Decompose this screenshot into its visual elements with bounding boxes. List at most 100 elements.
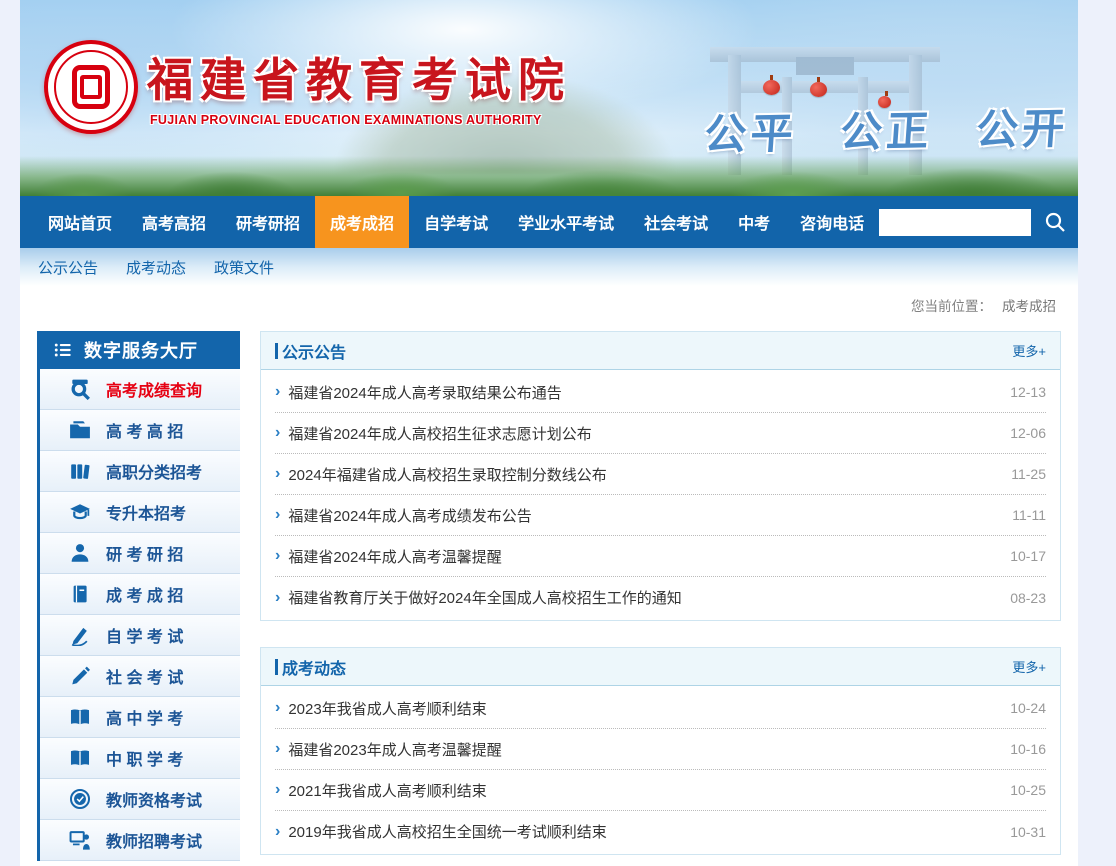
nav-item-zhongkao[interactable]: 中考 [723,196,785,248]
main-column: 公示公告 更多+ › 福建省2024年成人高考录取结果公布通告 12-13 › … [260,331,1061,855]
nav-item-yankao[interactable]: 研考研招 [221,196,315,248]
item-date: 10-31 [1010,824,1046,840]
breadcrumb-label: 您当前位置： [911,295,992,315]
sub-navigation: 公示公告 成考动态 政策文件 [20,248,1078,286]
list-item[interactable]: › 福建省教育厅关于做好2024年全国成人高校招生工作的通知 08-23 [275,577,1046,618]
arrow-icon: › [275,384,280,400]
sidebar-item-vocschool[interactable]: 中 职 学 考 [40,738,240,779]
item-date: 10-16 [1010,741,1046,757]
list-item[interactable]: › 福建省2024年成人高考成绩发布公告 11-11 [275,495,1046,536]
more-link[interactable]: 更多+ [1012,657,1046,676]
news-card: 成考动态 更多+ › 2023年我省成人高考顺利结束 10-24 › 福建省20… [260,647,1061,855]
item-date: 10-17 [1010,548,1046,564]
seal-icon [72,65,110,109]
sidebar-item-score-query[interactable]: 高考成绩查询 [40,369,240,410]
nav-item-phone[interactable]: 咨询电话 [785,196,879,248]
search-input[interactable] [879,209,1031,236]
sidebar-item-gaokao[interactable]: 高 考 高 招 [40,410,240,451]
sidebar-menu: 高考成绩查询 高 考 高 招 高职分类招考 专升本招考 研 考 研 招 [37,369,240,861]
nav-item-chengkao[interactable]: 成考成招 [315,196,409,248]
arrow-icon: › [275,507,280,523]
sidebar-item-teacher-recruit[interactable]: 教师招聘考试 [40,820,240,861]
sidebar-item-postgrad[interactable]: 研 考 研 招 [40,533,240,574]
list-item[interactable]: › 福建省2024年成人高考录取结果公布通告 12-13 [275,372,1046,413]
list-item[interactable]: › 2019年我省成人高校招生全国统一考试顺利结束 10-31 [275,811,1046,852]
scholar-icon [67,542,93,564]
search-icon[interactable] [1043,210,1067,234]
list-item[interactable]: › 2023年我省成人高考顺利结束 10-24 [275,688,1046,729]
subnav-item-news[interactable]: 成考动态 [126,257,186,278]
breadcrumb-current[interactable]: 成考成招 [1002,295,1056,315]
sidebar-item-teacher-cert[interactable]: 教师资格考试 [40,779,240,820]
pen-swirl-icon [67,624,93,646]
more-link[interactable]: 更多+ [1012,341,1046,360]
arrow-icon: › [275,590,280,606]
graduation-cap-icon [67,501,93,523]
nav-item-xueye[interactable]: 学业水平考试 [503,196,629,248]
open-book-icon [67,706,93,728]
badge-icon [67,788,93,810]
list-menu-icon [53,341,73,359]
list-item[interactable]: › 福建省2024年成人高考温馨提醒 10-17 [275,536,1046,577]
pen-icon [67,665,93,687]
sidebar-item-social-exam[interactable]: 社 会 考 试 [40,656,240,697]
sidebar-item-adult-exam[interactable]: 成 考 成 招 [40,574,240,615]
item-date: 10-25 [1010,782,1046,798]
sidebar-title: 数字服务大厅 [84,337,198,363]
nav-item-shehui[interactable]: 社会考试 [629,196,723,248]
nav-item-zixue[interactable]: 自学考试 [409,196,503,248]
breadcrumb: 您当前位置： 成考成招 [20,286,1078,324]
banner-slogan: 公平 公正 公开 [702,95,1070,162]
card-header: 公示公告 更多+ [261,332,1060,370]
trees-illustration [20,156,1078,196]
arrow-icon: › [275,824,280,840]
announcements-card: 公示公告 更多+ › 福建省2024年成人高考录取结果公布通告 12-13 › … [260,331,1061,621]
list-item[interactable]: › 2021年我省成人高考顺利结束 10-25 [275,770,1046,811]
open-book-icon [67,747,93,769]
item-date: 10-24 [1010,700,1046,716]
arrow-icon: › [275,741,280,757]
list-item[interactable]: › 福建省2024年成人高校招生征求志愿计划公布 12-06 [275,413,1046,454]
book-icon [67,583,93,605]
arrow-icon: › [275,700,280,716]
lantern-icon [810,82,827,97]
subnav-item-policy[interactable]: 政策文件 [214,257,274,278]
nav-item-home[interactable]: 网站首页 [33,196,127,248]
item-date: 12-13 [1010,384,1046,400]
section-title: 公示公告 [275,339,346,363]
item-date: 11-11 [1012,507,1046,523]
folder-icon [67,419,93,441]
lantern-icon [763,80,780,95]
nav-item-gaokao[interactable]: 高考高招 [127,196,221,248]
arrow-icon: › [275,466,280,482]
books-icon [67,460,93,482]
announcement-list: › 福建省2024年成人高考录取结果公布通告 12-13 › 福建省2024年成… [261,370,1060,620]
search-area [879,196,1073,248]
sidebar-item-self-study[interactable]: 自 学 考 试 [40,615,240,656]
site-logo[interactable] [44,40,138,134]
arrow-icon: › [275,782,280,798]
sidebar-item-highschool[interactable]: 高 中 学 考 [40,697,240,738]
card-header: 成考动态 更多+ [261,648,1060,686]
content-area: 数字服务大厅 高考成绩查询 高 考 高 招 高职分类招考 专升本招考 [20,324,1078,861]
arrow-icon: › [275,425,280,441]
score-search-icon [67,378,93,400]
list-item[interactable]: › 福建省2023年成人高考温馨提醒 10-16 [275,729,1046,770]
site-title: 福建省教育考试院 [147,44,571,110]
sidebar-item-vocational[interactable]: 高职分类招考 [40,451,240,492]
main-navigation: 网站首页 高考高招 研考研招 成考成招 自学考试 学业水平考试 社会考试 中考 … [20,196,1078,248]
sidebar-header: 数字服务大厅 [37,331,240,369]
sidebar-item-upgrade[interactable]: 专升本招考 [40,492,240,533]
list-item[interactable]: › 2024年福建省成人高校招生录取控制分数线公布 11-25 [275,454,1046,495]
subnav-item-announcements[interactable]: 公示公告 [38,257,98,278]
item-date: 11-25 [1011,466,1046,482]
teacher-board-icon [67,829,93,851]
news-list: › 2023年我省成人高考顺利结束 10-24 › 福建省2023年成人高考温馨… [261,686,1060,854]
site-subtitle: FUJIAN PROVINCIAL EDUCATION EXAMINATIONS… [150,113,542,127]
item-date: 08-23 [1010,590,1046,606]
item-date: 12-06 [1010,425,1046,441]
section-title: 成考动态 [275,655,346,679]
page-container: 福建省教育考试院 FUJIAN PROVINCIAL EDUCATION EXA… [20,0,1078,866]
service-sidebar: 数字服务大厅 高考成绩查询 高 考 高 招 高职分类招考 专升本招考 [37,331,240,861]
site-banner: 福建省教育考试院 FUJIAN PROVINCIAL EDUCATION EXA… [20,0,1078,196]
